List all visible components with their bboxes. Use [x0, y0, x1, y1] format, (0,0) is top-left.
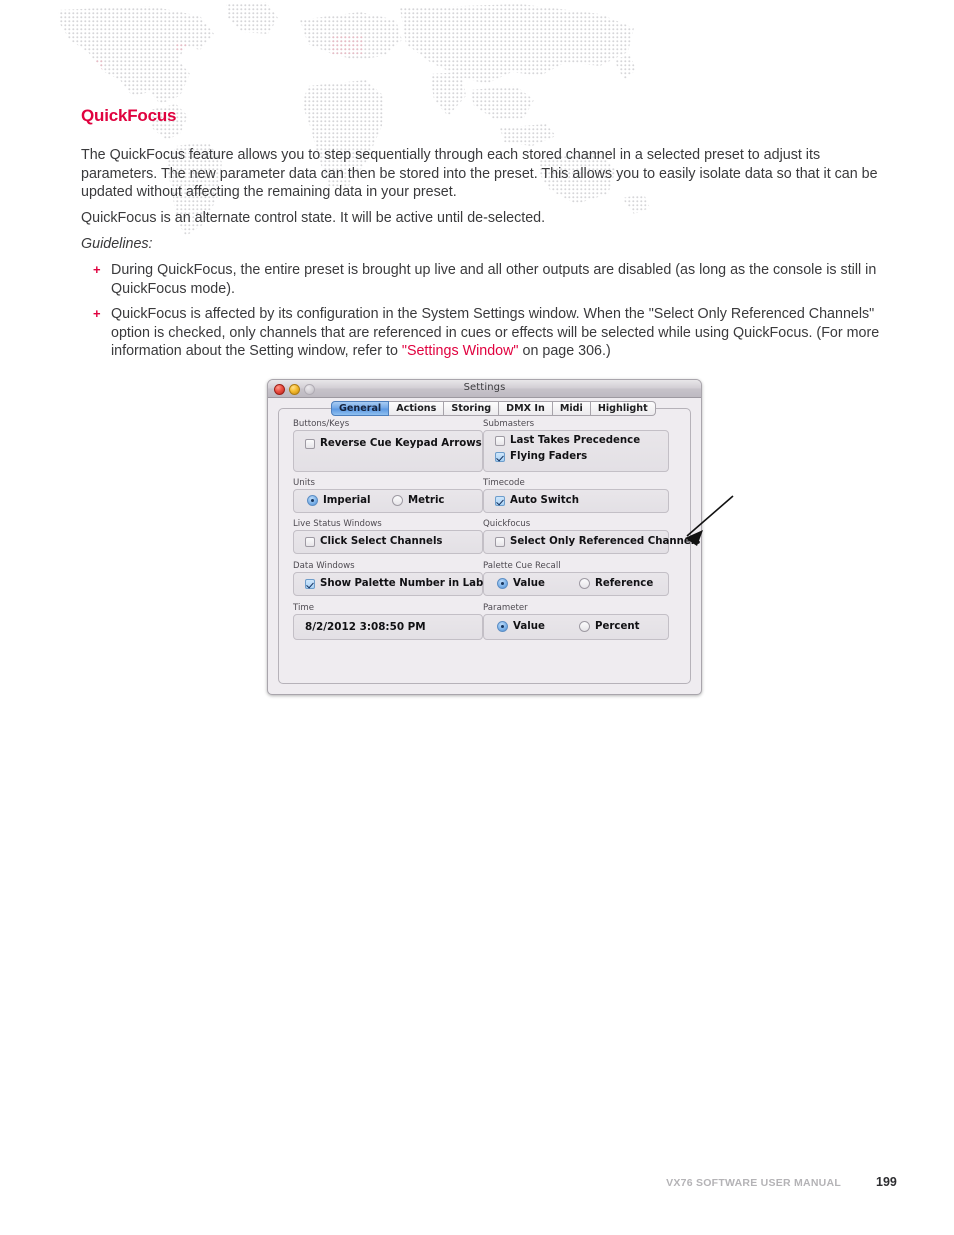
radio-icon[interactable]	[579, 621, 590, 632]
checkbox-label: Auto Switch	[510, 495, 579, 506]
radio-label: Reference	[595, 578, 654, 589]
group-label-submasters: Submasters	[483, 419, 535, 429]
list-item: + QuickFocus is affected by its configur…	[81, 305, 897, 361]
radio-label: Value	[513, 621, 545, 632]
dialog-title: Settings	[463, 382, 506, 393]
intro-paragraph-1: The QuickFocus feature allows you to ste…	[81, 147, 878, 201]
tab-actions[interactable]: Actions	[389, 401, 445, 416]
radio-icon[interactable]	[392, 495, 403, 506]
settings-dialog[interactable]: Settings General Actions Storing DMX In …	[267, 379, 702, 695]
checkbox-select-only-referenced-channels[interactable]: Select Only Referenced Channels	[495, 536, 700, 547]
tab-dmx-in[interactable]: DMX In	[499, 401, 553, 416]
bullet-plus-icon: +	[93, 262, 101, 277]
radio-icon[interactable]	[497, 621, 508, 632]
checkbox-label: Reverse Cue Keypad Arrows	[320, 438, 482, 449]
checkbox-label: Last Takes Precedence	[510, 435, 641, 446]
checkbox-label: Click Select Channels	[320, 536, 443, 547]
dialog-titlebar[interactable]: Settings	[268, 380, 701, 398]
group-label-parameter: Parameter	[483, 603, 528, 613]
checkbox-icon[interactable]	[305, 536, 315, 547]
tab-highlight[interactable]: Highlight	[590, 401, 656, 416]
radio-palette-cue-recall-reference[interactable]: Reference	[579, 578, 653, 589]
group-label-units: Units	[293, 478, 315, 488]
checkbox-reverse-cue-keypad-arrows[interactable]: Reverse Cue Keypad Arrows	[305, 438, 482, 449]
guidelines-label: Guidelines:	[81, 236, 153, 252]
group-label-data-windows: Data Windows	[293, 561, 355, 571]
checkbox-flying-faders[interactable]: Flying Faders	[495, 451, 587, 462]
tab-storing[interactable]: Storing	[444, 401, 500, 416]
checkbox-label: Select Only Referenced Channels	[510, 536, 701, 547]
list-item: + During QuickFocus, the entire preset i…	[81, 261, 897, 298]
radio-units-metric[interactable]: Metric	[392, 495, 444, 506]
checkbox-icon[interactable]	[495, 451, 505, 462]
footer-manual-title: VX76 SOFTWARE USER MANUAL	[666, 1177, 841, 1189]
list-item-text: QuickFocus is affected by its configurat…	[111, 305, 897, 361]
page-title: QuickFocus	[81, 106, 177, 125]
checkbox-click-select-channels[interactable]: Click Select Channels	[305, 536, 443, 547]
radio-label: Imperial	[323, 495, 371, 506]
radio-parameter-value[interactable]: Value	[497, 621, 545, 632]
footer-page-number: 199	[876, 1175, 897, 1189]
radio-palette-cue-recall-value[interactable]: Value	[497, 578, 545, 589]
time-value: 8/2/2012 3:08:50 PM	[305, 621, 426, 633]
radio-label: Value	[513, 578, 545, 589]
group-label-time: Time	[293, 603, 315, 613]
radio-label: Metric	[408, 495, 445, 506]
tab-panel-general: Buttons/Keys Reverse Cue Keypad Arrows U…	[278, 408, 700, 684]
group-label-quickfocus: Quickfocus	[483, 519, 531, 529]
checkbox-show-palette-number-in-label[interactable]: Show Palette Number in Label	[305, 578, 494, 589]
group-label-timecode: Timecode	[483, 478, 525, 488]
checkbox-icon[interactable]	[305, 578, 315, 589]
checkbox-last-takes-precedence[interactable]: Last Takes Precedence	[495, 435, 640, 446]
checkbox-icon[interactable]	[495, 435, 505, 446]
radio-parameter-percent[interactable]: Percent	[579, 621, 639, 632]
group-label-palette-cue-recall: Palette Cue Recall	[483, 561, 561, 571]
settings-window-link[interactable]: "Settings Window"	[402, 343, 519, 359]
checkbox-icon[interactable]	[495, 536, 505, 547]
checkbox-label: Show Palette Number in Label	[320, 578, 494, 589]
group-label-buttons-keys: Buttons/Keys	[293, 419, 350, 429]
intro-paragraph-2: QuickFocus is an alternate control state…	[81, 210, 546, 226]
radio-icon[interactable]	[307, 495, 318, 506]
group-box-buttons-keys	[293, 430, 483, 472]
list-item-text-after: on page 306.)	[518, 343, 611, 360]
radio-icon[interactable]	[579, 578, 590, 589]
checkbox-icon[interactable]	[495, 495, 505, 506]
radio-label: Percent	[595, 621, 640, 632]
radio-units-imperial[interactable]: Imperial	[307, 495, 371, 506]
tab-bar[interactable]: General Actions Storing DMX In Midi High…	[331, 401, 656, 416]
list-item-text: During QuickFocus, the entire preset is …	[111, 262, 877, 297]
checkbox-auto-switch[interactable]: Auto Switch	[495, 495, 579, 506]
radio-icon[interactable]	[497, 578, 508, 589]
tab-midi[interactable]: Midi	[552, 401, 591, 416]
checkbox-icon[interactable]	[305, 438, 315, 449]
bullet-plus-icon: +	[93, 306, 101, 321]
tab-general[interactable]: General	[331, 401, 390, 416]
checkbox-label: Flying Faders	[510, 451, 588, 462]
page-content: QuickFocus The QuickFocus feature allows…	[0, 0, 954, 1235]
group-label-live-status-windows: Live Status Windows	[293, 519, 382, 529]
